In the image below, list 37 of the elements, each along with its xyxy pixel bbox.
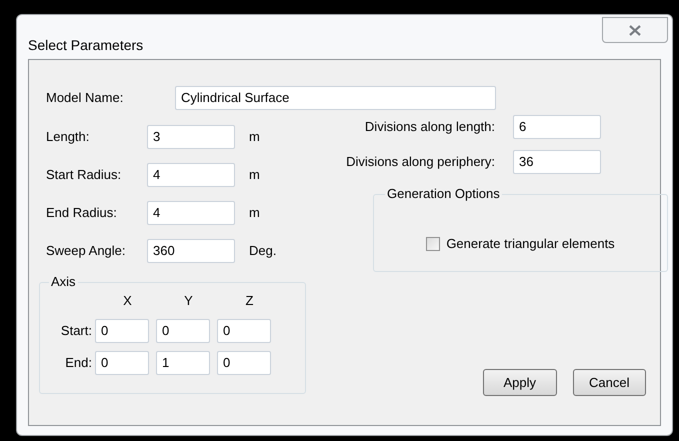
input-field[interactable]: 0: [95, 318, 149, 342]
group-title: Generation Options: [385, 186, 502, 202]
input-field[interactable]: 0: [156, 318, 210, 342]
close-button[interactable]: [602, 17, 668, 43]
input-field[interactable]: 4: [147, 163, 235, 187]
field-label: Length:: [46, 128, 90, 146]
unit-label: m: [249, 166, 260, 184]
row-label: End:: [64, 354, 93, 372]
input-field[interactable]: 1: [156, 350, 210, 374]
column-header: Y: [183, 292, 194, 310]
input-field[interactable]: Cylindrical Surface: [175, 86, 496, 110]
input-field[interactable]: 6: [513, 114, 601, 138]
close-icon: [629, 24, 641, 36]
field-label: Divisions along length:: [364, 118, 495, 136]
input-field[interactable]: 0: [95, 350, 149, 374]
checkbox-label: Generate triangular elements: [446, 235, 615, 254]
unit-label: m: [249, 128, 260, 146]
apply-button[interactable]: Apply: [483, 369, 556, 396]
field-label: Model Name:: [46, 89, 124, 108]
input-field[interactable]: 4: [147, 201, 235, 225]
field-label: Divisions along periphery:: [346, 152, 495, 171]
unit-label: m: [249, 204, 260, 222]
column-header: Z: [244, 292, 254, 310]
input-field[interactable]: 0: [217, 318, 271, 342]
unit-label: Deg.: [249, 242, 276, 260]
cancel-button[interactable]: Cancel: [572, 369, 646, 396]
input-field[interactable]: 360: [147, 239, 235, 263]
field-label: Sweep Angle:: [46, 242, 127, 260]
field-label: Start Radius:: [46, 166, 122, 184]
checkbox[interactable]: [426, 237, 440, 251]
window-title: Select Parameters: [28, 36, 144, 55]
column-header: X: [122, 292, 133, 310]
row-label: Start:: [60, 322, 93, 340]
input-field[interactable]: 36: [513, 150, 601, 174]
input-field[interactable]: 3: [147, 125, 235, 149]
input-field[interactable]: 0: [217, 350, 271, 374]
field-label: End Radius:: [46, 204, 118, 222]
